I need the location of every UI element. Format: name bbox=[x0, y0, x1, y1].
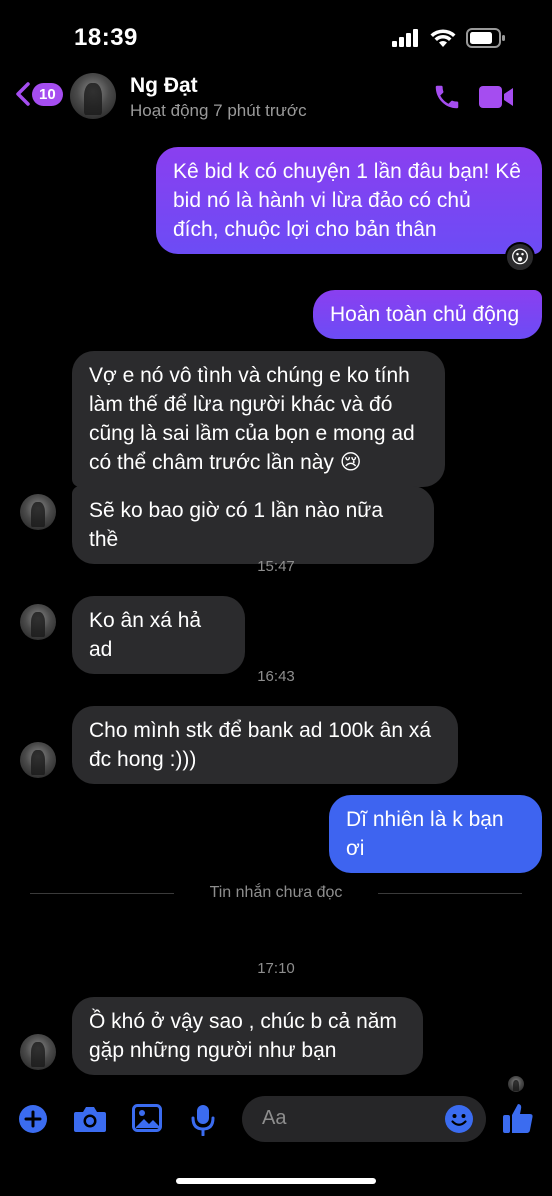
message-line: đc hong :))) bbox=[89, 748, 197, 771]
timestamp: 15:47 bbox=[257, 558, 295, 575]
smiley-icon bbox=[445, 1105, 473, 1133]
unread-divider-line-right bbox=[378, 893, 522, 894]
video-icon bbox=[479, 86, 513, 108]
conversation-header: 10 Ng Đạt Hoạt động 7 phút trước bbox=[0, 70, 552, 130]
message-input-placeholder: Aa bbox=[262, 1107, 287, 1129]
message-line: làm thế để lừa người khác và đó bbox=[89, 393, 393, 416]
message-line: đích, chuộc lợi cho bản thân bbox=[173, 218, 437, 241]
outgoing-message[interactable]: Kê bid k có chuyện 1 lần đâu bạn! Kê bid… bbox=[156, 147, 542, 254]
timestamp: 17:10 bbox=[257, 960, 295, 977]
phone-icon bbox=[435, 85, 459, 109]
image-icon bbox=[132, 1104, 162, 1132]
outgoing-message[interactable]: Dĩ nhiên là k bạn ơi bbox=[329, 795, 542, 873]
message-line: có thể châm trước lần này 😢 bbox=[89, 451, 362, 474]
message-line: bid nó là hành vi lừa đảo có chủ bbox=[173, 189, 471, 212]
contact-avatar[interactable] bbox=[70, 73, 116, 119]
status-bar: 18:39 bbox=[0, 0, 552, 70]
message-line: Vợ e nó vô tình và chúng e ko tính bbox=[89, 364, 410, 387]
contact-status: Hoạt động 7 phút trước bbox=[130, 101, 307, 120]
message-line: cũng là sai lầm của bọn e mong ad bbox=[89, 422, 415, 445]
home-indicator bbox=[176, 1178, 376, 1184]
signal-icon bbox=[392, 29, 418, 47]
camera-icon bbox=[74, 1107, 106, 1132]
message-line: Cho mình stk để bank ad 100k ân xá bbox=[89, 719, 432, 742]
camera-button[interactable] bbox=[73, 1104, 107, 1139]
mic-icon bbox=[191, 1105, 215, 1137]
incoming-message[interactable]: Ồ khó ở vậy sao , chúc b cả năm gặp nhữn… bbox=[72, 997, 423, 1075]
wifi-icon bbox=[430, 28, 456, 47]
like-button[interactable] bbox=[502, 1102, 534, 1139]
message-input[interactable]: Aa bbox=[242, 1096, 486, 1142]
seen-indicator-avatar bbox=[508, 1076, 524, 1092]
incoming-message[interactable]: Cho mình stk để bank ad 100k ân xá đc ho… bbox=[72, 706, 458, 784]
battery-icon bbox=[466, 28, 505, 48]
unread-count-badge: 10 bbox=[32, 82, 63, 106]
sender-avatar[interactable] bbox=[20, 604, 56, 640]
back-button[interactable]: 10 bbox=[16, 82, 63, 106]
sender-avatar[interactable] bbox=[20, 742, 56, 778]
audio-call-button[interactable] bbox=[432, 82, 462, 117]
sender-avatar[interactable] bbox=[20, 1034, 56, 1070]
contact-name[interactable]: Ng Đạt bbox=[130, 74, 198, 98]
incoming-message[interactable]: Vợ e nó vô tình và chúng e ko tính làm t… bbox=[72, 351, 445, 487]
message-line: Kê bid k có chuyện 1 lần đâu bạn! Kê bbox=[173, 160, 521, 183]
message-reaction[interactable]: 😮 bbox=[505, 242, 535, 272]
message-line: Sẽ ko bao giờ có 1 lần nào nữa thề bbox=[89, 499, 384, 551]
gallery-button[interactable] bbox=[132, 1104, 162, 1137]
chevron-left-icon bbox=[16, 82, 30, 106]
message-line: gặp những người như bạn bbox=[89, 1039, 337, 1062]
incoming-message[interactable]: Sẽ ko bao giờ có 1 lần nào nữa thề bbox=[72, 486, 434, 564]
voice-button[interactable] bbox=[191, 1104, 215, 1141]
emoji-button[interactable] bbox=[444, 1104, 474, 1139]
message-line: Ồ khó ở vậy sao , chúc b cả năm bbox=[89, 1010, 397, 1033]
plus-icon bbox=[19, 1105, 47, 1133]
add-button[interactable] bbox=[18, 1104, 48, 1139]
timestamp: 16:43 bbox=[257, 668, 295, 685]
message-line: Dĩ nhiên là k bạn ơi bbox=[346, 808, 504, 860]
status-time: 18:39 bbox=[74, 24, 138, 51]
outgoing-message[interactable]: Hoàn toàn chủ động bbox=[313, 290, 542, 339]
message-line: Ko ân xá hả ad bbox=[89, 609, 202, 661]
composer-bar: Aa bbox=[0, 1096, 552, 1144]
video-call-button[interactable] bbox=[478, 84, 514, 115]
incoming-message[interactable]: Ko ân xá hả ad bbox=[72, 596, 245, 674]
status-icons bbox=[392, 28, 506, 48]
sender-avatar[interactable] bbox=[20, 494, 56, 530]
message-line: Hoàn toàn chủ động bbox=[330, 303, 520, 326]
thumbs-up-icon bbox=[503, 1104, 533, 1133]
